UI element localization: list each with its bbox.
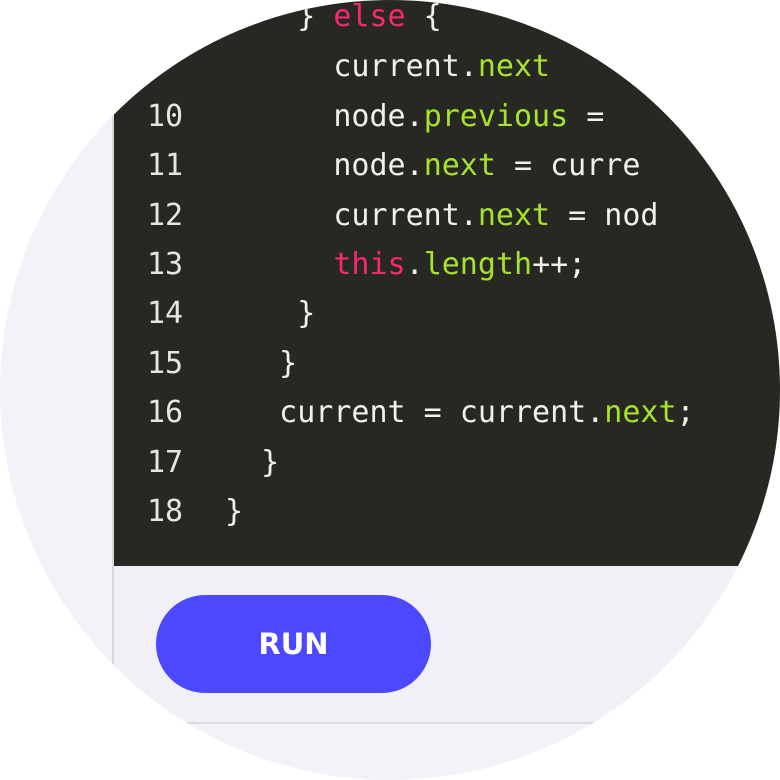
run-button[interactable]: RUN [156, 595, 431, 693]
code-token: = curre [495, 148, 641, 183]
line-number: 14 [147, 296, 184, 331]
code-panel: } else { current.next 10 node.previous = 1… [112, 0, 780, 724]
code-token: current = current. [225, 395, 605, 430]
code-text: } [225, 294, 315, 334]
code-token: ; [676, 395, 695, 430]
code-token: current. [225, 49, 478, 84]
code-text: } [225, 443, 279, 483]
code-keyword: this [333, 247, 406, 282]
line-number: 11 [147, 148, 184, 183]
line-number: 10 [147, 99, 184, 134]
code-text: } [225, 344, 297, 384]
code-property: next [477, 49, 551, 84]
code-token: } [225, 445, 280, 480]
code-editor[interactable]: } else { current.next 10 node.previous = 1… [114, 0, 780, 566]
code-property: next [423, 148, 496, 183]
code-token: . [405, 247, 424, 282]
code-property: length [423, 247, 533, 282]
code-token: node. [225, 99, 424, 134]
code-token: = nod [550, 198, 659, 233]
code-token: current. [225, 198, 478, 233]
code-text: node.next = curre [225, 146, 640, 186]
code-text: current = current.next; [225, 393, 695, 433]
code-text: node.previous = [225, 97, 604, 137]
code-token: } [225, 346, 298, 381]
line-number: 18 [147, 494, 184, 529]
code-token: { [405, 0, 442, 34]
viewport-circle: } else { current.next 10 node.previous = 1… [0, 0, 780, 780]
line-number: 12 [147, 198, 184, 233]
code-property: next [604, 395, 677, 430]
code-token: = [568, 99, 605, 134]
code-text: } else { [225, 0, 442, 37]
code-keyword: else [333, 0, 406, 34]
code-token: node. [225, 148, 424, 183]
line-number: 15 [147, 346, 184, 381]
code-property: previous [423, 99, 569, 134]
line-number: 13 [147, 247, 184, 282]
code-token: } [225, 494, 244, 529]
line-number: 16 [147, 395, 184, 430]
code-text: current.next [225, 47, 550, 87]
code-token: } [225, 296, 316, 331]
code-property: next [477, 198, 551, 233]
code-token: ++; [532, 247, 587, 282]
code-text: this.length++; [225, 245, 586, 285]
code-text: current.next = nod [225, 196, 659, 236]
line-number: 17 [147, 445, 184, 480]
code-token: } [297, 0, 334, 34]
code-text: } [225, 492, 243, 532]
